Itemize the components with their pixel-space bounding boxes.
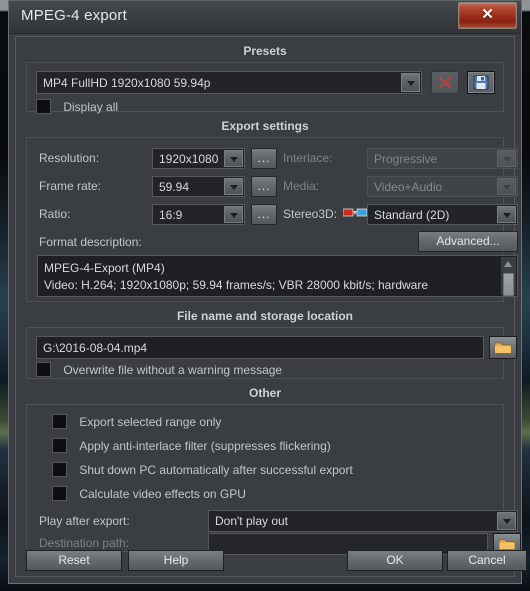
close-icon: ✕ bbox=[481, 6, 494, 23]
resolution-label: Resolution: bbox=[39, 151, 100, 165]
overwrite-checkbox[interactable] bbox=[36, 362, 51, 378]
overwrite-label: Overwrite file without a warning message bbox=[63, 362, 283, 377]
export-selected-range-checkbox[interactable] bbox=[52, 414, 67, 430]
format-description-box: MPEG-4-Export (MP4) Video: H.264; 1920x1… bbox=[37, 255, 518, 297]
x-icon bbox=[438, 76, 452, 89]
interlace-select: Progressive bbox=[367, 148, 518, 169]
media-label: Media: bbox=[283, 179, 320, 193]
display-all-checkbox[interactable] bbox=[36, 99, 51, 115]
shutdown-pc-checkbox[interactable] bbox=[52, 462, 67, 478]
resolution-value: 1920x1080 bbox=[159, 152, 219, 166]
format-description-label: Format description: bbox=[39, 235, 142, 249]
display-all-label: Display all bbox=[63, 99, 119, 114]
resolution-select[interactable]: 1920x1080 bbox=[152, 148, 245, 169]
stereo3d-value: Standard (2D) bbox=[374, 208, 450, 222]
other-group-title: Other bbox=[248, 386, 281, 400]
preset-select-value: MP4 FullHD 1920x1080 59.94p bbox=[43, 76, 211, 90]
media-select: Video+Audio bbox=[367, 176, 518, 197]
checkbox-row-export-selected-range: Export selected range only bbox=[52, 414, 222, 430]
anti-interlace-label: Apply anti-interlace filter (suppresses … bbox=[79, 438, 331, 453]
scroll-down-icon[interactable] bbox=[502, 282, 515, 294]
resolution-more-button[interactable]: ... bbox=[251, 148, 277, 169]
chevron-down-icon bbox=[497, 512, 516, 530]
play-after-export-label: Play after export: bbox=[39, 514, 130, 528]
checkbox-row-shutdown-pc: Shut down PC automatically after success… bbox=[52, 462, 353, 478]
ratio-value: 16:9 bbox=[159, 208, 183, 222]
file-location-group: G:\2016-08-04.mp4 Overwrite file without… bbox=[26, 327, 517, 379]
media-value: Video+Audio bbox=[374, 180, 443, 194]
help-button[interactable]: Help bbox=[128, 550, 224, 571]
footer: Reset Help OK Cancel bbox=[16, 544, 527, 576]
format-description-text: MPEG-4-Export (MP4) Video: H.264; 1920x1… bbox=[44, 261, 429, 292]
floppy-disk-icon bbox=[473, 75, 489, 90]
ratio-more-button[interactable]: ... bbox=[251, 204, 277, 225]
checkbox-row-anti-interlace: Apply anti-interlace filter (suppresses … bbox=[52, 438, 331, 454]
advanced-button[interactable]: Advanced... bbox=[418, 231, 518, 252]
reset-button[interactable]: Reset bbox=[26, 550, 122, 571]
chevron-down-icon bbox=[224, 206, 243, 223]
mpeg4-export-dialog: MPEG-4 export ✕ Presets MP4 FullHD 1920x… bbox=[8, 0, 527, 584]
output-path-input[interactable]: G:\2016-08-04.mp4 bbox=[36, 336, 484, 359]
window-title: MPEG-4 export bbox=[21, 7, 127, 24]
file-location-group-title: File name and storage location bbox=[176, 309, 354, 323]
close-button[interactable]: ✕ bbox=[458, 2, 517, 29]
scroll-up-icon[interactable] bbox=[502, 258, 515, 270]
anti-interlace-checkbox[interactable] bbox=[52, 438, 67, 454]
format-description-scrollbar[interactable] bbox=[501, 257, 516, 296]
interlace-value: Progressive bbox=[374, 152, 438, 166]
ratio-label: Ratio: bbox=[39, 207, 71, 221]
cancel-button[interactable]: Cancel bbox=[447, 550, 527, 571]
interlace-label: Interlace: bbox=[283, 151, 333, 165]
other-group: Export selected range only Apply anti-in… bbox=[26, 404, 521, 555]
chevron-down-icon bbox=[224, 150, 243, 167]
stereo3d-label: Stereo3D: bbox=[283, 207, 338, 221]
gpu-effects-label: Calculate video effects on GPU bbox=[79, 486, 246, 501]
shutdown-pc-label: Shut down PC automatically after success… bbox=[79, 462, 353, 477]
title-bar: MPEG-4 export ✕ bbox=[9, 0, 521, 34]
display-all-row: Display all bbox=[36, 99, 119, 115]
folder-icon bbox=[494, 342, 512, 354]
frame-rate-value: 59.94 bbox=[159, 180, 190, 194]
ratio-select[interactable]: 16:9 bbox=[152, 204, 245, 225]
chevron-down-icon bbox=[224, 178, 243, 195]
save-preset-button[interactable] bbox=[467, 71, 495, 94]
ok-button[interactable]: OK bbox=[347, 550, 443, 571]
frame-rate-label: Frame rate: bbox=[39, 179, 102, 193]
chevron-down-icon bbox=[497, 178, 516, 195]
overwrite-row: Overwrite file without a warning message bbox=[36, 362, 283, 378]
preset-select[interactable]: MP4 FullHD 1920x1080 59.94p bbox=[36, 71, 422, 94]
export-settings-group: Resolution: 1920x1080 ... Interlace: Pro… bbox=[26, 137, 518, 302]
delete-preset-button[interactable] bbox=[431, 71, 459, 94]
frame-rate-select[interactable]: 59.94 bbox=[152, 176, 245, 197]
export-settings-group-title: Export settings bbox=[221, 119, 309, 133]
gpu-effects-checkbox[interactable] bbox=[52, 486, 67, 502]
stereo3d-select[interactable]: Standard (2D) bbox=[367, 204, 518, 225]
dialog-body: Presets MP4 FullHD 1920x1080 59.94p Disp… bbox=[15, 36, 527, 577]
chevron-down-icon bbox=[497, 150, 516, 167]
chevron-down-icon bbox=[497, 206, 516, 223]
anaglyph-glasses-icon bbox=[342, 207, 368, 222]
browse-output-button[interactable] bbox=[489, 336, 517, 359]
play-after-export-select[interactable]: Don't play out bbox=[208, 510, 518, 532]
chevron-down-icon bbox=[401, 73, 420, 92]
presets-group-title: Presets bbox=[243, 44, 287, 58]
play-after-export-value: Don't play out bbox=[215, 514, 289, 528]
frame-rate-more-button[interactable]: ... bbox=[251, 176, 277, 197]
export-selected-range-label: Export selected range only bbox=[79, 414, 222, 429]
checkbox-row-gpu-effects: Calculate video effects on GPU bbox=[52, 486, 246, 502]
presets-group: MP4 FullHD 1920x1080 59.94p Display all bbox=[26, 62, 504, 115]
output-path-value: G:\2016-08-04.mp4 bbox=[43, 341, 148, 355]
